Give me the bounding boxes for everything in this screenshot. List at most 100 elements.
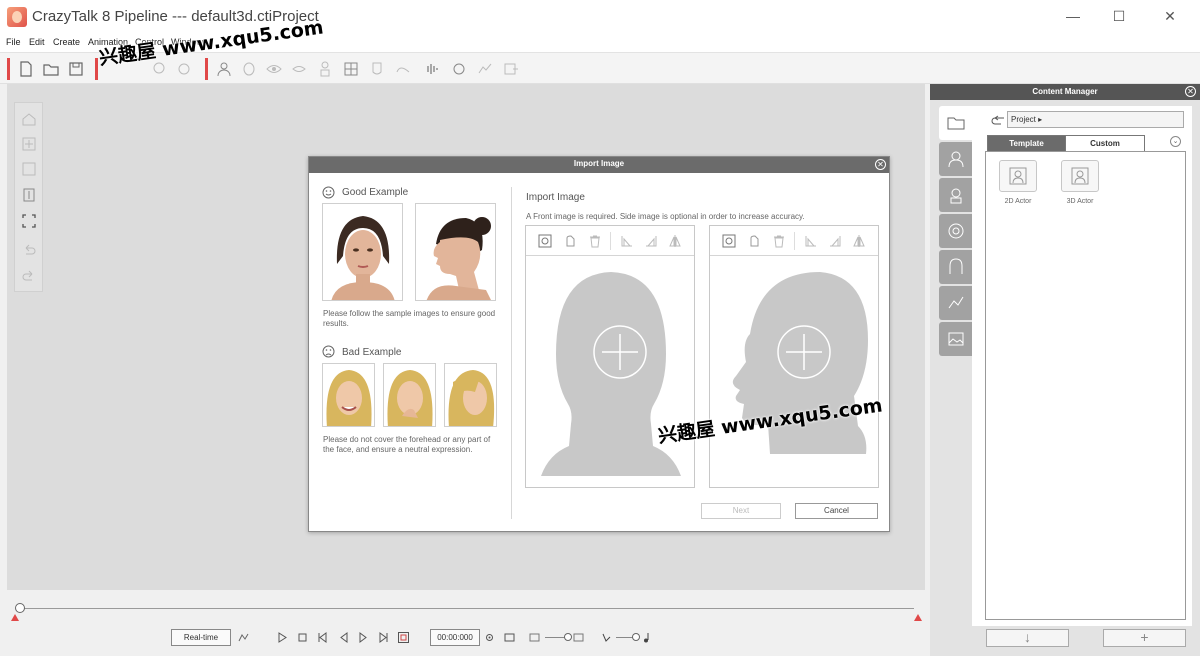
download-button[interactable]: ↓ xyxy=(986,629,1069,647)
tab-template[interactable]: Template xyxy=(987,135,1066,152)
delete-icon[interactable] xyxy=(588,234,602,248)
front-image-slot[interactable] xyxy=(525,225,695,488)
timeline-start-marker[interactable] xyxy=(11,614,19,621)
cancel-button[interactable]: Cancel xyxy=(795,503,878,519)
rotate-left-icon[interactable] xyxy=(620,234,634,248)
bad-example-photo-3 xyxy=(444,363,497,427)
tab-actor[interactable] xyxy=(939,142,972,176)
load-image-icon[interactable] xyxy=(538,234,552,248)
play-icon[interactable] xyxy=(277,632,288,643)
fullscreen-icon[interactable] xyxy=(21,213,37,229)
eye-icon[interactable] xyxy=(265,60,283,78)
slot-toolbar-separator xyxy=(610,232,611,250)
back-arrow-icon[interactable] xyxy=(990,115,1006,127)
mask-icon[interactable] xyxy=(368,60,386,78)
volume-mute-icon[interactable] xyxy=(529,632,540,643)
next-frame-icon[interactable] xyxy=(358,632,369,643)
options-chevron-icon[interactable]: ⌄ xyxy=(1170,136,1181,147)
quality-icon[interactable] xyxy=(238,632,249,643)
time-display[interactable]: 00:00:000 xyxy=(430,629,480,646)
camera-icon[interactable] xyxy=(748,234,762,248)
close-window-button[interactable]: ✕ xyxy=(1160,8,1180,26)
open-folder-icon[interactable] xyxy=(42,60,60,78)
texture-icon[interactable] xyxy=(342,60,360,78)
menu-create[interactable]: Create xyxy=(53,37,80,47)
volume-max-icon[interactable] xyxy=(573,632,584,643)
menu-edit[interactable]: Edit xyxy=(29,37,45,47)
puppet-icon[interactable] xyxy=(450,60,468,78)
timeline-end-marker[interactable] xyxy=(914,614,922,621)
mouth-icon[interactable] xyxy=(290,60,308,78)
face-icon[interactable] xyxy=(240,60,258,78)
tab-puppet[interactable] xyxy=(939,178,972,212)
save-icon[interactable] xyxy=(67,60,85,78)
content-manager-header: Content Manager ✕ xyxy=(930,84,1200,100)
volume-slider-knob[interactable] xyxy=(564,633,572,641)
tab-project-folder[interactable] xyxy=(939,106,972,140)
delete-icon[interactable] xyxy=(772,234,786,248)
good-example-side-photo xyxy=(415,203,496,301)
import-image-dialog: Import Image ✕ Good Example Please follo… xyxy=(308,156,890,532)
hair-icon[interactable] xyxy=(394,60,412,78)
3d-actor-icon xyxy=(1061,160,1099,192)
subtitle-icon[interactable] xyxy=(504,632,515,643)
add-button[interactable]: + xyxy=(1103,629,1186,647)
good-example-hint: Please follow the sample images to ensur… xyxy=(323,309,496,328)
timeline-playhead[interactable] xyxy=(15,603,25,613)
body-icon[interactable] xyxy=(316,60,334,78)
fit-height-icon[interactable] xyxy=(21,187,37,203)
home-icon[interactable] xyxy=(21,111,37,127)
dialog-title: Import Image xyxy=(573,159,625,168)
dialog-close-icon[interactable]: ✕ xyxy=(875,159,886,170)
tab-custom[interactable]: Custom xyxy=(1065,135,1145,152)
redo-icon[interactable] xyxy=(21,269,37,285)
timeline-bar: Real-time 00:00:000 xyxy=(0,590,928,656)
list-item-3d-actor[interactable]: 3D Actor xyxy=(1060,160,1100,205)
actor-icon[interactable] xyxy=(215,60,233,78)
tab-motion[interactable] xyxy=(939,286,972,320)
path-breadcrumb[interactable]: Project ▸ xyxy=(1007,111,1184,128)
audio-icon[interactable] xyxy=(424,60,442,78)
camera-icon[interactable] xyxy=(564,234,578,248)
head-morph-icon[interactable] xyxy=(175,60,193,78)
flip-icon[interactable] xyxy=(668,234,682,248)
stop-icon[interactable] xyxy=(297,632,308,643)
maximize-button[interactable]: ☐ xyxy=(1109,8,1129,26)
smile-icon xyxy=(322,186,335,199)
realtime-button[interactable]: Real-time xyxy=(171,629,231,646)
app-logo-icon xyxy=(7,7,27,27)
new-file-icon[interactable] xyxy=(17,60,35,78)
loop-icon[interactable] xyxy=(398,632,409,643)
toolbar-separator xyxy=(95,58,98,80)
rotate-left-icon[interactable] xyxy=(804,234,818,248)
load-image-icon[interactable] xyxy=(722,234,736,248)
frown-icon xyxy=(322,345,335,358)
next-button[interactable]: Next xyxy=(701,503,781,519)
list-item-2d-actor[interactable]: 2D Actor xyxy=(998,160,1038,205)
flip-icon[interactable] xyxy=(852,234,866,248)
rotate-right-icon[interactable] xyxy=(828,234,842,248)
music-note-icon[interactable] xyxy=(641,632,652,643)
rotate-right-icon[interactable] xyxy=(644,234,658,248)
tab-hair[interactable] xyxy=(939,250,972,284)
zoom-icon[interactable] xyxy=(21,161,37,177)
undo-icon[interactable] xyxy=(21,243,37,259)
tab-face[interactable] xyxy=(939,214,972,248)
content-manager-close-icon[interactable]: ✕ xyxy=(1185,86,1196,97)
minimize-button[interactable]: — xyxy=(1063,8,1083,26)
last-frame-icon[interactable] xyxy=(378,632,389,643)
move-icon[interactable] xyxy=(21,136,37,152)
speed-slow-icon[interactable] xyxy=(601,632,612,643)
content-item-list: 2D Actor 3D Actor xyxy=(985,151,1186,620)
settings-icon[interactable] xyxy=(484,632,495,643)
side-image-slot[interactable] xyxy=(709,225,879,488)
menu-file[interactable]: File xyxy=(6,37,21,47)
tab-background[interactable] xyxy=(939,322,972,356)
motion-icon[interactable] xyxy=(476,60,494,78)
speed-slider-knob[interactable] xyxy=(632,633,640,641)
timeline-track[interactable] xyxy=(18,608,914,609)
import-image-description: A Front image is required. Side image is… xyxy=(526,212,805,221)
prev-frame-icon[interactable] xyxy=(338,632,349,643)
export-icon[interactable] xyxy=(502,60,520,78)
first-frame-icon[interactable] xyxy=(317,632,328,643)
